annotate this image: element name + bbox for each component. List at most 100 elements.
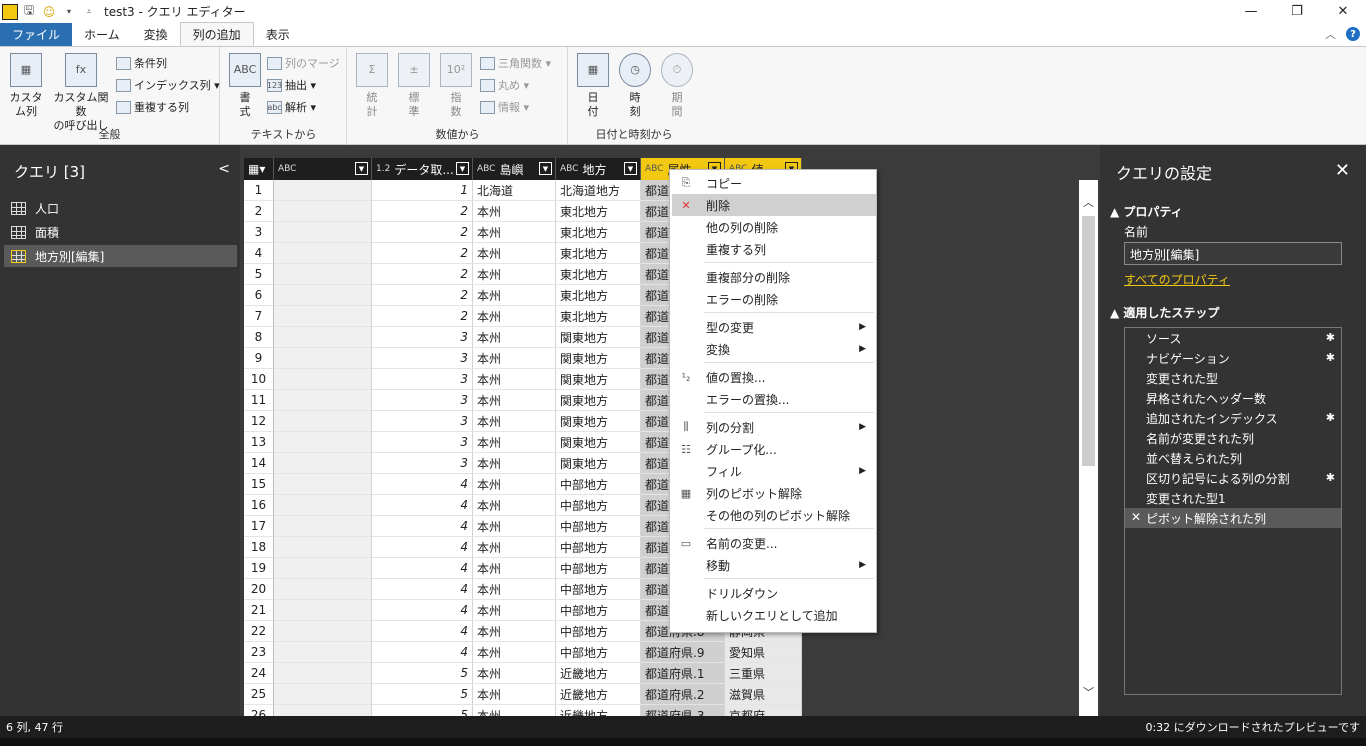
table-cell[interactable]: 2 xyxy=(372,306,473,327)
table-cell[interactable]: 本州 xyxy=(473,327,556,348)
table-cell[interactable] xyxy=(274,180,372,201)
applied-step[interactable]: 追加されたインデックス ✱ xyxy=(1125,408,1341,428)
table-cell[interactable]: 中部地方 xyxy=(556,495,641,516)
table-cell[interactable]: 本州 xyxy=(473,684,556,705)
table-row[interactable]: 25 5 本州 近畿地方 都道府県.2 滋賀県 xyxy=(244,684,802,705)
properties-section-title[interactable]: ▲ プロパティ xyxy=(1110,203,1183,220)
applied-step[interactable]: 区切り記号による列の分割 ✱ xyxy=(1125,468,1341,488)
table-cell[interactable]: 4 xyxy=(372,474,473,495)
table-cell[interactable]: 本州 xyxy=(473,642,556,663)
table-cell[interactable] xyxy=(274,369,372,390)
table-cell[interactable]: 2 xyxy=(372,222,473,243)
menu-item[interactable]: 他の列の削除 xyxy=(672,216,876,238)
menu-item[interactable]: エラーの削除 xyxy=(672,288,876,310)
table-cell[interactable]: 2 xyxy=(372,264,473,285)
table-cell[interactable] xyxy=(274,390,372,411)
help-icon[interactable]: ? xyxy=(1346,27,1360,41)
table-cell[interactable] xyxy=(274,432,372,453)
table-cell[interactable]: 3 xyxy=(372,432,473,453)
table-cell[interactable]: 3 xyxy=(372,390,473,411)
filter-dropdown-icon[interactable]: ▼ xyxy=(624,162,637,175)
table-cell[interactable] xyxy=(274,642,372,663)
table-cell[interactable]: 東北地方 xyxy=(556,222,641,243)
table-cell[interactable]: 本州 xyxy=(473,579,556,600)
table-cell[interactable] xyxy=(274,285,372,306)
table-cell[interactable] xyxy=(274,474,372,495)
restore-button[interactable]: ❐ xyxy=(1274,0,1320,23)
table-row[interactable]: 26 5 本州 近畿地方 都道府県.3 京都府 xyxy=(244,705,802,716)
customize-quick-access-icon[interactable]: ⩡ xyxy=(80,3,98,21)
filter-dropdown-icon[interactable]: ▼ xyxy=(539,162,552,175)
information-button[interactable]: 情報 ▾ xyxy=(480,98,529,116)
table-cell[interactable]: 4 xyxy=(372,495,473,516)
table-cell[interactable] xyxy=(274,453,372,474)
table-cell[interactable]: 都道府県.1 xyxy=(641,663,725,684)
table-cell[interactable]: 本州 xyxy=(473,558,556,579)
menu-item[interactable]: ☷ グループ化... xyxy=(672,438,876,460)
menu-item[interactable]: 移動 ▶ xyxy=(672,554,876,576)
invoke-custom-function-button[interactable]: fx カスタム関数 の呼び出し xyxy=(50,53,112,133)
table-cell[interactable]: 関東地方 xyxy=(556,390,641,411)
menu-item[interactable]: エラーの置換... xyxy=(672,388,876,410)
table-cell[interactable]: 中部地方 xyxy=(556,537,641,558)
applied-step[interactable]: 変更された型1 xyxy=(1125,488,1341,508)
collapse-panel-icon[interactable]: < xyxy=(218,161,230,177)
menu-item[interactable]: ⫼ 列の分割 ▶ xyxy=(672,416,876,438)
table-cell[interactable]: 京都府 xyxy=(725,705,802,716)
applied-step[interactable]: ナビゲーション ✱ xyxy=(1125,348,1341,368)
gear-icon[interactable]: ✱ xyxy=(1326,331,1335,344)
table-cell[interactable]: 関東地方 xyxy=(556,411,641,432)
menu-item[interactable]: 型の変更 ▶ xyxy=(672,316,876,338)
scroll-down-icon[interactable]: ﹀ xyxy=(1083,684,1094,700)
filter-dropdown-icon[interactable]: ▼ xyxy=(355,162,368,175)
table-cell[interactable]: 3 xyxy=(372,327,473,348)
tab-add-column[interactable]: 列の追加 xyxy=(179,22,254,46)
column-header-0[interactable]: ABC ▼ xyxy=(274,158,372,180)
table-cell[interactable]: 4 xyxy=(372,558,473,579)
filter-dropdown-icon[interactable]: ▼ xyxy=(456,162,469,175)
smile-feedback-icon[interactable]: ☺ xyxy=(40,3,58,21)
table-cell[interactable]: 本州 xyxy=(473,474,556,495)
extract-button[interactable]: 123 抽出 ▾ xyxy=(267,76,316,94)
query-item-region[interactable]: 地方別[編集] xyxy=(4,245,237,267)
chevron-down-icon[interactable]: ▾ xyxy=(60,3,78,21)
table-cell[interactable]: 本州 xyxy=(473,432,556,453)
save-icon[interactable]: 🖫 xyxy=(20,3,38,21)
table-cell[interactable]: 都道府県.9 xyxy=(641,642,725,663)
table-cell[interactable]: 中部地方 xyxy=(556,621,641,642)
table-cell[interactable]: 中部地方 xyxy=(556,600,641,621)
table-cell[interactable] xyxy=(274,243,372,264)
table-cell[interactable] xyxy=(274,348,372,369)
delete-step-icon[interactable]: ✕ xyxy=(1131,510,1141,524)
column-header-1[interactable]: 1.2 データ取... ▼ xyxy=(372,158,473,180)
tab-file[interactable]: ファイル xyxy=(0,23,73,46)
table-cell[interactable] xyxy=(274,306,372,327)
menu-item[interactable]: 新しいクエリとして追加 xyxy=(672,604,876,626)
applied-step[interactable]: 昇格されたヘッダー数 xyxy=(1125,388,1341,408)
tab-home[interactable]: ホーム xyxy=(72,23,132,46)
custom-column-button[interactable]: ▦ カスタ ム列 xyxy=(6,53,46,119)
table-cell[interactable]: 中部地方 xyxy=(556,642,641,663)
table-cell[interactable]: 北海道地方 xyxy=(556,180,641,201)
table-cell[interactable]: 中部地方 xyxy=(556,516,641,537)
time-button[interactable]: ◷ 時 刻 xyxy=(617,53,653,119)
menu-item[interactable]: ▭ 名前の変更... xyxy=(672,532,876,554)
table-cell[interactable] xyxy=(274,705,372,716)
duplicate-column-button[interactable]: 重複する列 xyxy=(116,98,189,116)
applied-step[interactable]: 名前が変更された列 xyxy=(1125,428,1341,448)
table-cell[interactable]: 中部地方 xyxy=(556,474,641,495)
close-window-button[interactable]: ✕ xyxy=(1320,0,1366,23)
table-cell[interactable]: 近畿地方 xyxy=(556,663,641,684)
table-cell[interactable]: 3 xyxy=(372,411,473,432)
table-cell[interactable]: 東北地方 xyxy=(556,285,641,306)
menu-item[interactable]: 変換 ▶ xyxy=(672,338,876,360)
table-cell[interactable]: 3 xyxy=(372,348,473,369)
gear-icon[interactable]: ✱ xyxy=(1326,411,1335,424)
table-menu-button[interactable]: ▦▾ xyxy=(244,158,274,180)
table-cell[interactable]: 都道府県.3 xyxy=(641,705,725,716)
table-cell[interactable]: 3 xyxy=(372,369,473,390)
format-button[interactable]: ABC 書 式 xyxy=(227,53,263,119)
table-cell[interactable]: 本州 xyxy=(473,348,556,369)
table-cell[interactable] xyxy=(274,558,372,579)
collapse-ribbon-icon[interactable]: ︿ xyxy=(1325,26,1336,42)
